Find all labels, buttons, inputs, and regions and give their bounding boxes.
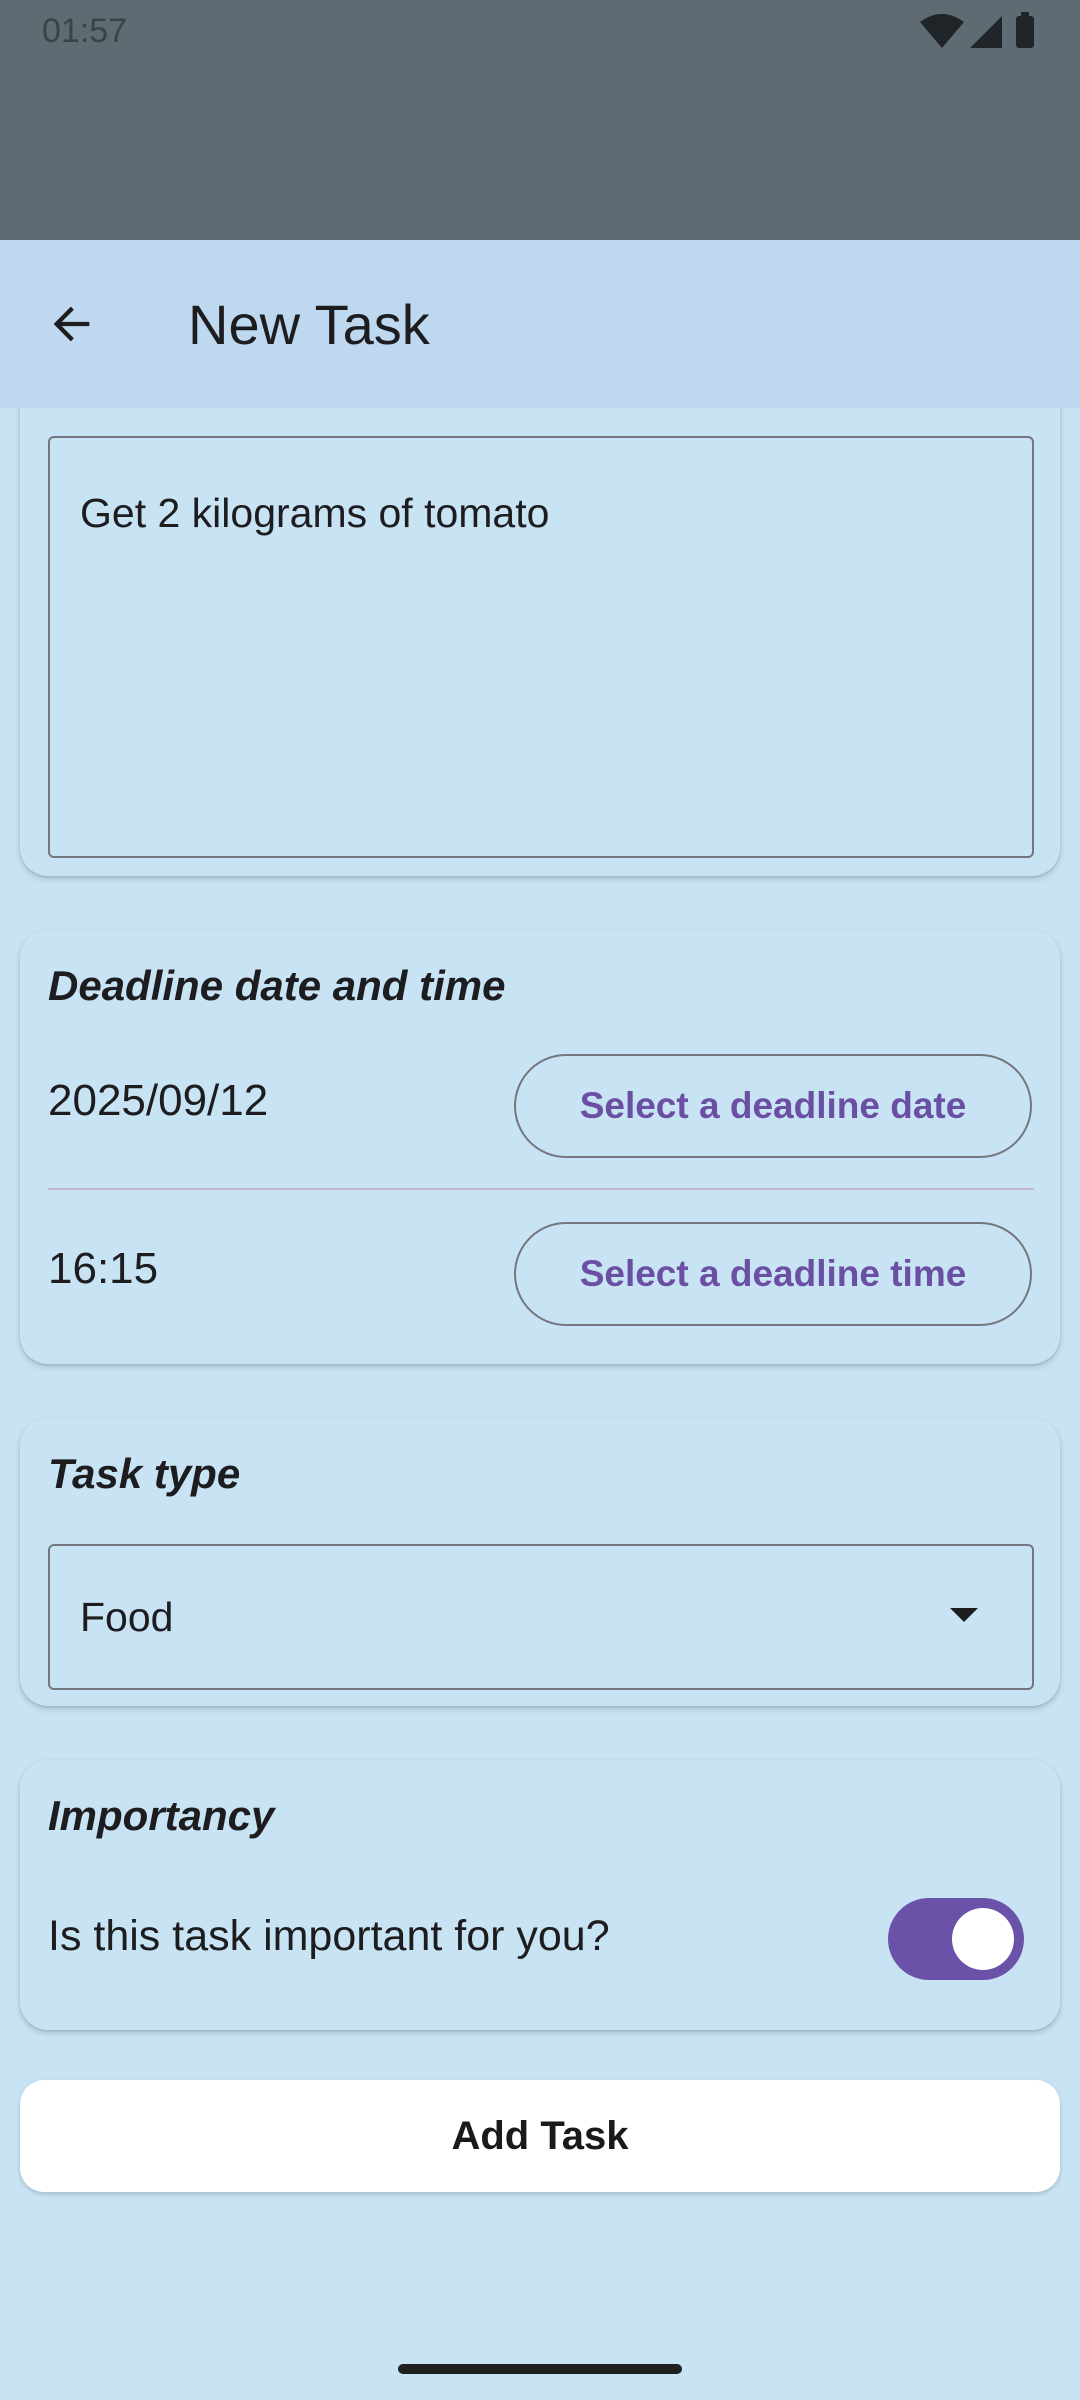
back-button[interactable] — [24, 280, 120, 368]
importancy-title: Importancy — [48, 1792, 275, 1839]
add-task-button[interactable]: Add Task — [20, 2080, 1060, 2192]
task-type-selected: Food — [80, 1593, 174, 1640]
form-content: Get 2 kilograms of tomato Deadline date … — [0, 408, 1080, 2400]
description-field[interactable]: Get 2 kilograms of tomato — [48, 436, 1034, 858]
page-title: New Task — [188, 292, 430, 356]
home-indicator[interactable] — [398, 2364, 682, 2374]
status-time: 01:57 — [42, 12, 128, 50]
app-bar: New Task — [0, 240, 1080, 408]
task-type-card: Task type Food — [20, 1418, 1060, 1706]
importancy-card: Importancy Is this task important for yo… — [20, 1760, 1060, 2030]
arrow-back-icon — [53, 306, 90, 342]
divider — [48, 1188, 1034, 1190]
select-date-button[interactable]: Select a deadline date — [514, 1054, 1032, 1158]
deadline-title: Deadline date and time — [48, 962, 506, 1009]
battery-icon — [1016, 16, 1034, 48]
task-type-title: Task type — [48, 1450, 241, 1497]
importancy-toggle[interactable] — [888, 1898, 1024, 1980]
description-card: Get 2 kilograms of tomato — [20, 408, 1060, 876]
select-time-button[interactable]: Select a deadline time — [514, 1222, 1032, 1326]
dropdown-arrow-icon — [950, 1608, 978, 1622]
wifi-icon — [920, 14, 964, 48]
deadline-time-value: 16:15 — [48, 1244, 159, 1293]
importancy-question: Is this task important for you? — [48, 1912, 610, 1960]
signal-icon — [970, 16, 1002, 48]
status-icons — [920, 12, 1034, 48]
task-type-dropdown[interactable]: Food — [48, 1544, 1034, 1690]
status-bar: 01:57 — [0, 0, 1080, 240]
deadline-date-value: 2025/09/12 — [48, 1076, 269, 1125]
deadline-card: Deadline date and time 2025/09/12 Select… — [20, 930, 1060, 1364]
toggle-knob — [952, 1908, 1014, 1970]
